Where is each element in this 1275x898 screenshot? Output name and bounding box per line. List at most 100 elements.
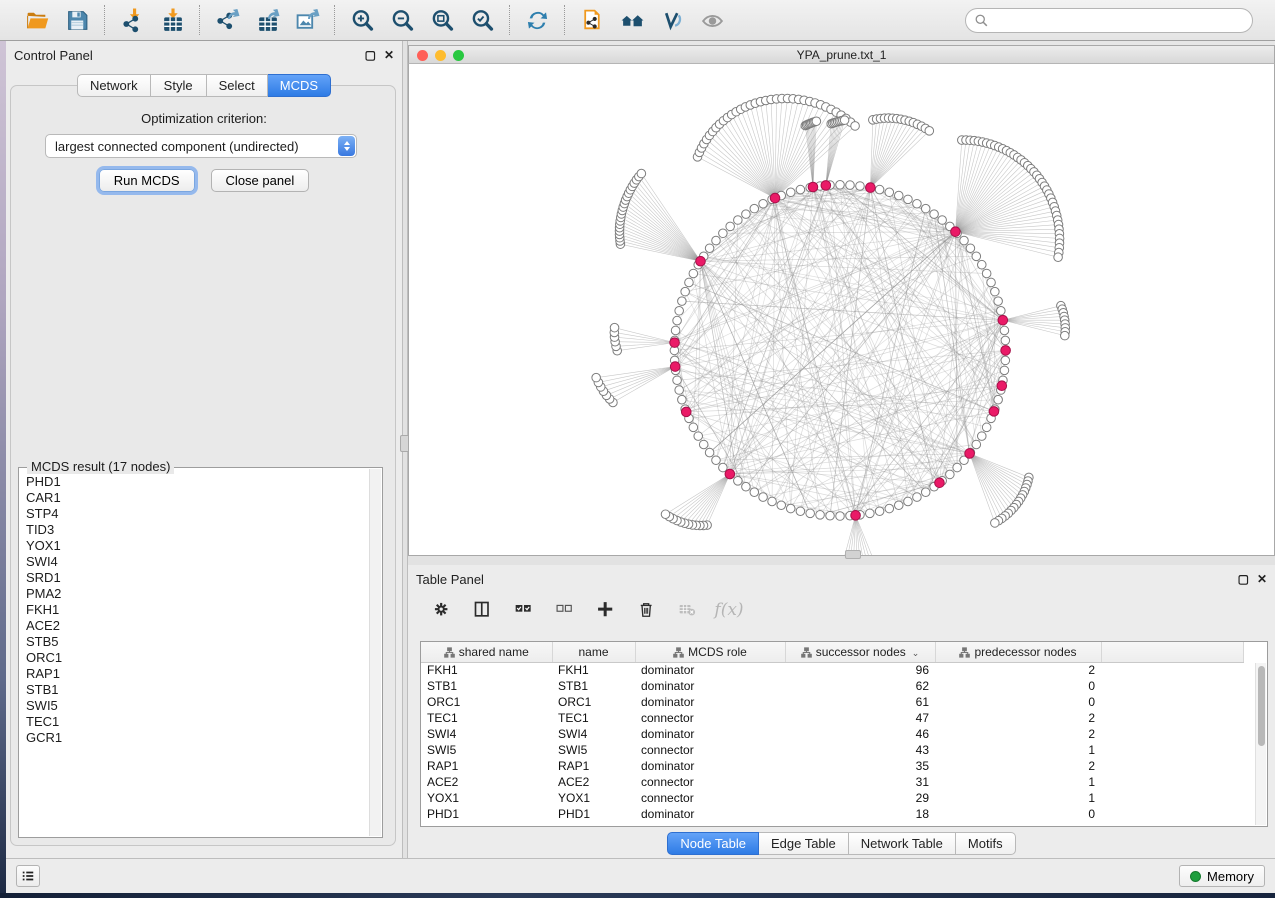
cell-name[interactable]: SWI4 (552, 726, 635, 742)
table-row[interactable]: TEC1TEC1connector472 (421, 710, 1243, 726)
checked-boxes-icon[interactable] (512, 598, 536, 622)
cell-name[interactable]: RAP1 (552, 758, 635, 774)
cell-MCDS-role[interactable]: dominator (635, 758, 785, 774)
cell-predecessor-nodes[interactable]: 1 (935, 742, 1101, 758)
table-row[interactable]: YOX1YOX1connector291 (421, 790, 1243, 806)
zoom-fit-icon[interactable] (425, 4, 459, 36)
cell-successor-nodes[interactable]: 47 (785, 710, 935, 726)
mcds-result-item[interactable]: STP4 (26, 506, 368, 522)
cell-shared-name[interactable]: ORC1 (421, 694, 552, 710)
table-row[interactable]: ORC1ORC1dominator610 (421, 694, 1243, 710)
close-icon[interactable]: ✕ (1257, 573, 1267, 585)
mcds-result-item[interactable]: TEC1 (26, 714, 368, 730)
table-row[interactable]: SWI5SWI5connector431 (421, 742, 1243, 758)
run-mcds-button[interactable]: Run MCDS (99, 169, 195, 192)
cell-name[interactable]: ACE2 (552, 774, 635, 790)
cell-predecessor-nodes[interactable]: 0 (935, 806, 1101, 822)
cell-name[interactable]: FKH1 (552, 662, 635, 678)
close-window-icon[interactable] (417, 50, 428, 61)
cell-shared-name[interactable]: FKH1 (421, 662, 552, 678)
close-icon[interactable]: ✕ (384, 49, 394, 61)
column-header-shared-name[interactable]: shared name (421, 642, 552, 662)
open-file-icon[interactable] (20, 4, 54, 36)
cell-shared-name[interactable]: SWI5 (421, 742, 552, 758)
mcds-result-list[interactable]: PHD1CAR1STP4TID3YOX1SWI4SRD1PMA2FKH1ACE2… (21, 470, 368, 835)
cell-predecessor-nodes[interactable]: 0 (935, 678, 1101, 694)
zoom-selected-icon[interactable] (465, 4, 499, 36)
float-icon[interactable]: ▢ (365, 49, 376, 61)
cell-name[interactable]: ORC1 (552, 694, 635, 710)
network-canvas[interactable] (408, 64, 1275, 556)
tab-style[interactable]: Style (151, 74, 207, 97)
cell-predecessor-nodes[interactable]: 2 (935, 758, 1101, 774)
table-scrollbar-thumb[interactable] (1258, 666, 1265, 746)
export-network-icon[interactable] (210, 4, 244, 36)
cell-successor-nodes[interactable]: 18 (785, 806, 935, 822)
tab-mcds[interactable]: MCDS (268, 74, 331, 97)
cell-MCDS-role[interactable]: dominator (635, 678, 785, 694)
cell-name[interactable]: TEC1 (552, 710, 635, 726)
network-window-titlebar[interactable]: YPA_prune.txt_1 (408, 45, 1275, 64)
gear-icon[interactable] (430, 598, 454, 622)
cell-MCDS-role[interactable]: connector (635, 774, 785, 790)
table-row[interactable]: FKH1FKH1dominator962 (421, 662, 1243, 678)
cell-shared-name[interactable]: ACE2 (421, 774, 552, 790)
trash-icon[interactable] (635, 598, 659, 622)
table-row[interactable]: PHD1PHD1dominator180 (421, 806, 1243, 822)
tab-network-table[interactable]: Network Table (849, 832, 956, 855)
cell-name[interactable]: SWI5 (552, 742, 635, 758)
network-file-icon[interactable] (575, 4, 609, 36)
cell-predecessor-nodes[interactable]: 2 (935, 662, 1101, 678)
table-row[interactable]: RAP1RAP1dominator352 (421, 758, 1243, 774)
unchecked-boxes-icon[interactable] (553, 598, 577, 622)
cell-predecessor-nodes[interactable]: 1 (935, 790, 1101, 806)
cell-MCDS-role[interactable]: dominator (635, 726, 785, 742)
cell-MCDS-role[interactable]: dominator (635, 806, 785, 822)
tab-node-table[interactable]: Node Table (667, 832, 759, 855)
export-table-icon[interactable] (250, 4, 284, 36)
refresh-icon[interactable] (520, 4, 554, 36)
mcds-result-item[interactable]: STB5 (26, 634, 368, 650)
float-icon[interactable]: ▢ (1238, 573, 1249, 585)
minimize-window-icon[interactable] (435, 50, 446, 61)
splitter-handle-horizontal[interactable] (845, 550, 861, 559)
cell-successor-nodes[interactable]: 46 (785, 726, 935, 742)
cell-shared-name[interactable]: RAP1 (421, 758, 552, 774)
mcds-result-item[interactable]: STB1 (26, 682, 368, 698)
mcds-result-item[interactable]: TID3 (26, 522, 368, 538)
tab-motifs[interactable]: Motifs (956, 832, 1016, 855)
cell-name[interactable]: STB1 (552, 678, 635, 694)
cell-successor-nodes[interactable]: 31 (785, 774, 935, 790)
zoom-in-icon[interactable] (345, 4, 379, 36)
cell-shared-name[interactable]: YOX1 (421, 790, 552, 806)
table-row[interactable]: ACE2ACE2connector311 (421, 774, 1243, 790)
cell-successor-nodes[interactable]: 43 (785, 742, 935, 758)
search-input[interactable] (965, 8, 1253, 33)
zoom-out-icon[interactable] (385, 4, 419, 36)
mcds-result-item[interactable]: SWI5 (26, 698, 368, 714)
mcds-list-scrollbar[interactable] (369, 469, 381, 836)
cell-successor-nodes[interactable]: 61 (785, 694, 935, 710)
cell-MCDS-role[interactable]: dominator (635, 662, 785, 678)
import-network-icon[interactable] (115, 4, 149, 36)
vizmapper-icon[interactable] (655, 4, 689, 36)
mcds-result-item[interactable]: CAR1 (26, 490, 368, 506)
cell-MCDS-role[interactable]: connector (635, 710, 785, 726)
optimization-criterion-select[interactable]: largest connected component (undirected) (45, 134, 357, 158)
cell-successor-nodes[interactable]: 96 (785, 662, 935, 678)
panel-splitter-horizontal[interactable] (408, 556, 1275, 565)
delete-table-icon[interactable] (676, 598, 700, 622)
cell-MCDS-role[interactable]: connector (635, 790, 785, 806)
cell-predecessor-nodes[interactable]: 1 (935, 774, 1101, 790)
mcds-result-item[interactable]: SWI4 (26, 554, 368, 570)
tab-edge-table[interactable]: Edge Table (759, 832, 849, 855)
cell-name[interactable]: PHD1 (552, 806, 635, 822)
export-image-icon[interactable] (290, 4, 324, 36)
show-panels-button[interactable] (16, 865, 40, 887)
cell-predecessor-nodes[interactable]: 2 (935, 726, 1101, 742)
mcds-result-item[interactable]: PMA2 (26, 586, 368, 602)
cell-predecessor-nodes[interactable]: 2 (935, 710, 1101, 726)
cell-MCDS-role[interactable]: dominator (635, 694, 785, 710)
cell-successor-nodes[interactable]: 62 (785, 678, 935, 694)
mcds-result-item[interactable]: YOX1 (26, 538, 368, 554)
